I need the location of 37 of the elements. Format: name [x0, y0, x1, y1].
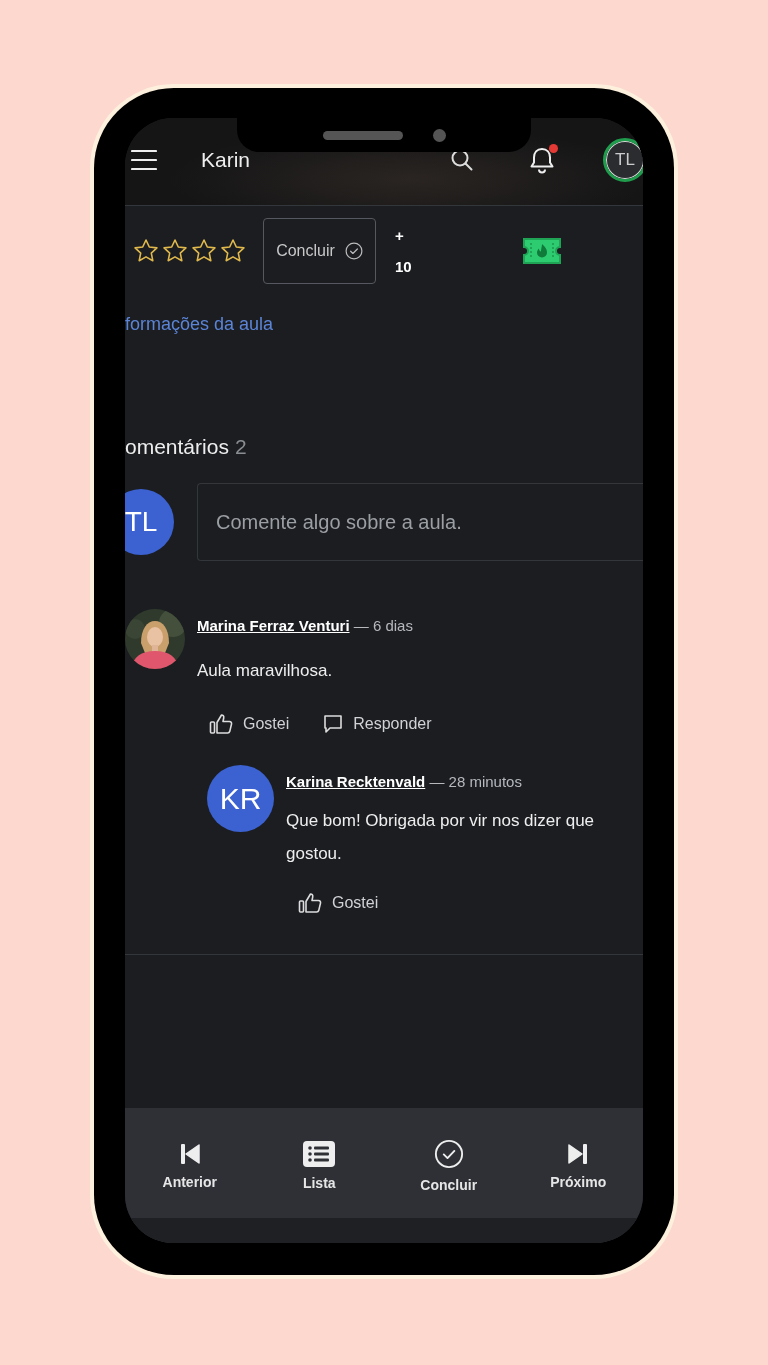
ticket-icon — [522, 237, 562, 265]
menu-icon[interactable] — [131, 148, 157, 171]
skip-forward-icon — [567, 1142, 590, 1166]
points-plus: + — [395, 227, 405, 244]
user-avatar[interactable]: TL — [603, 137, 643, 182]
thumbs-up-icon[interactable] — [209, 713, 233, 735]
star-icon[interactable] — [133, 238, 159, 264]
star-icon[interactable] — [191, 238, 217, 264]
comments-count: 2 — [234, 435, 247, 459]
star-icon[interactable] — [220, 238, 246, 264]
comment-input[interactable]: Comente algo sobre a aula. — [197, 483, 643, 561]
nav-item[interactable]: Concluir — [384, 1133, 514, 1193]
bell-icon[interactable] — [529, 145, 555, 174]
comment-text: Aula maravilhosa. — [197, 660, 334, 682]
header-title: Karin — [201, 147, 252, 172]
check-circle-icon — [433, 1139, 464, 1169]
skip-back-icon — [178, 1142, 201, 1166]
like-button[interactable]: Gostei — [243, 715, 290, 733]
nav-item[interactable]: Próximo — [513, 1136, 643, 1190]
check-circle-icon — [344, 242, 363, 260]
comment-text: Que bom! Obrigada por vir nos dizer que gostou. — [286, 810, 596, 865]
comment-meta: Marina Ferraz Venturi — 6 dias — [197, 616, 414, 634]
reply-button[interactable]: Responder — [353, 715, 432, 733]
user-avatar: TL — [125, 489, 174, 555]
comment-meta: Karina Recktenvald — 28 minutos — [286, 772, 523, 790]
lesson-info-link[interactable]: formações da aula — [125, 314, 274, 335]
thumbs-up-icon[interactable] — [298, 892, 322, 914]
nav-item[interactable]: Anterior — [125, 1136, 255, 1190]
like-button[interactable]: Gostei — [332, 894, 379, 912]
comments-heading: omentários — [125, 435, 229, 459]
nav-item[interactable]: Lista — [254, 1135, 384, 1191]
list-icon — [303, 1141, 336, 1167]
author-avatar: KR — [207, 765, 274, 832]
speech-bubble-icon[interactable] — [323, 714, 344, 734]
star-icon[interactable] — [162, 238, 188, 264]
complete-button[interactable]: Concluir — [263, 218, 376, 284]
points-value: 10 — [395, 258, 413, 275]
